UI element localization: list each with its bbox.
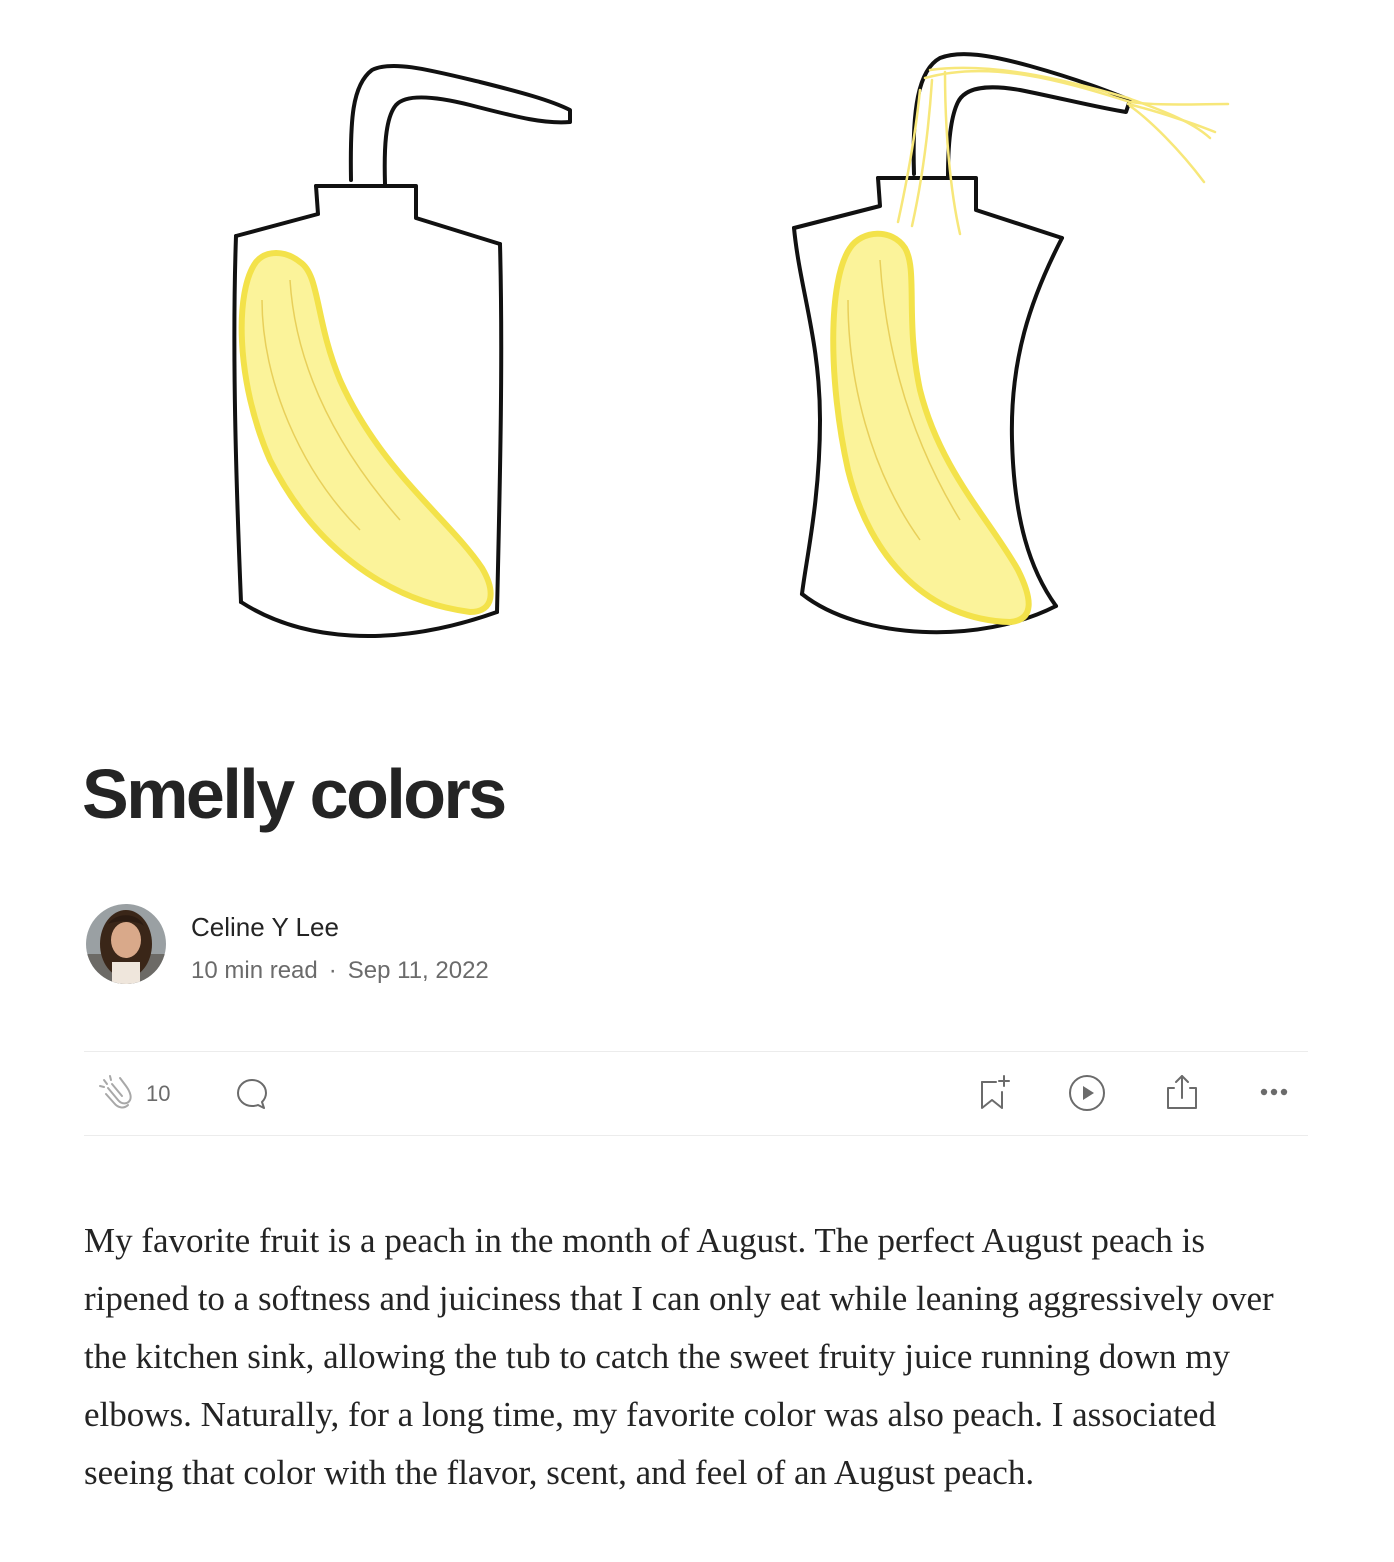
author-name[interactable]: Celine Y Lee [191, 912, 339, 943]
article-paragraph: My favorite fruit is a peach in the mont… [84, 1221, 1274, 1492]
meta-separator: · [328, 957, 337, 984]
hero-illustration [0, 0, 1394, 700]
left-banana [238, 250, 494, 615]
article-action-bar: 10 [84, 1052, 1308, 1134]
clap-count: 10 [146, 1081, 171, 1106]
comment-icon[interactable] [234, 1076, 270, 1112]
right-banana [830, 230, 1032, 625]
action-bar-bottom-divider [84, 1135, 1308, 1136]
banana-juice-streams [896, 66, 1230, 236]
article-meta: 10 min read · Sep 11, 2022 [191, 957, 489, 985]
publish-date: Sep 11, 2022 [347, 957, 489, 984]
share-icon[interactable] [1162, 1072, 1202, 1112]
clap-icon[interactable] [96, 1072, 136, 1112]
author-avatar[interactable] [86, 904, 166, 984]
more-dots-icon[interactable] [1256, 1082, 1292, 1102]
article-title: Smelly colors [82, 755, 507, 833]
play-icon[interactable] [1068, 1074, 1108, 1114]
bookmark-add-icon[interactable] [976, 1072, 1016, 1112]
read-time: 10 min read [191, 957, 318, 984]
